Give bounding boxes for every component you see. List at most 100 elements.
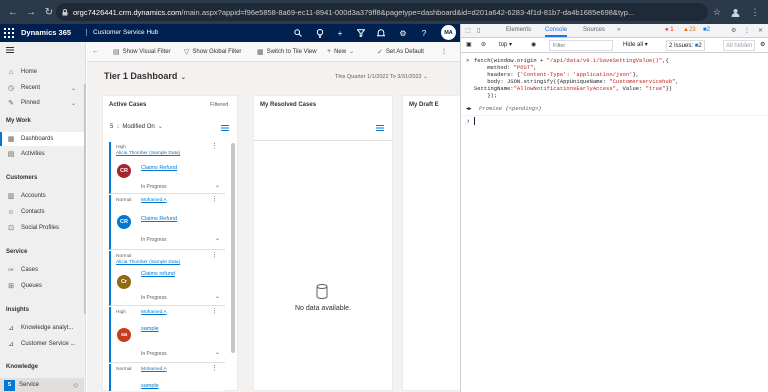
nav-pinned[interactable]: ✎ Pinned ⌄ — [0, 96, 84, 110]
nav-customer-service-analytics[interactable]: ⊿ Customer Service ... — [0, 337, 84, 351]
nav-scrollbar[interactable] — [84, 84, 86, 314]
customer-link[interactable]: Mohamed A — [141, 367, 167, 372]
sort-arrow-icon[interactable]: ↓ — [116, 124, 119, 130]
chevron-down-icon[interactable]: ⌄ — [215, 349, 220, 356]
case-card[interactable]: High Alicia Thomber (Sample Data) CR Cla… — [109, 142, 225, 194]
browser-toolbar: ← → ↻ orgc7426441.crm.dynamics.com /main… — [0, 0, 768, 24]
lightbulb-icon[interactable] — [314, 27, 326, 39]
log-levels-dropdown[interactable]: Hide all ▾ — [623, 41, 648, 48]
eye-icon[interactable]: ◉ — [531, 41, 536, 48]
reload-icon[interactable]: ↻ — [42, 5, 56, 19]
case-title-link[interactable]: Claims Refund — [141, 165, 177, 171]
console-result[interactable]: Promise {<pending>} — [479, 105, 542, 112]
inspect-icon[interactable]: ⬚ — [465, 27, 471, 34]
nav-home[interactable]: ⌂ Home — [0, 65, 84, 79]
sidebar-toggle-icon[interactable]: ▣ — [466, 41, 472, 48]
more-tabs-icon[interactable]: » — [617, 27, 620, 33]
result-expand-icon[interactable]: ◂▸ — [466, 105, 472, 112]
code-string: "AllowNotificationsEarlyAccess" — [513, 85, 616, 92]
more-icon[interactable]: ⋮ — [211, 143, 218, 150]
plus-icon[interactable]: + — [334, 27, 346, 39]
nav-knowledge-analytics[interactable]: ⊿ Knowledge analyt... — [0, 321, 84, 335]
address-bar[interactable]: orgc7426441.crm.dynamics.com /main.aspx?… — [56, 3, 708, 21]
nav-accounts[interactable]: ▥ Accounts — [0, 189, 84, 203]
set-as-default-button[interactable]: ✓ Set As Default — [377, 48, 424, 56]
hamburger-icon[interactable] — [6, 47, 14, 53]
app-title[interactable]: Customer Service Hub — [86, 29, 158, 36]
nav-social-profiles[interactable]: ⊡ Social Profiles — [0, 221, 84, 235]
close-icon[interactable]: ✕ — [758, 27, 763, 34]
search-icon[interactable] — [292, 27, 304, 39]
profile-icon[interactable] — [728, 5, 742, 19]
area-switcher[interactable]: S Service ◇ — [0, 378, 84, 392]
switch-to-tile-view-button[interactable]: ▦ Switch to Tile View — [257, 48, 317, 56]
timeframe-filter[interactable]: This Quarter 1/1/2022 To 3/31/2022 ⌄ — [335, 74, 428, 80]
clear-console-icon[interactable]: ⊘ — [481, 41, 486, 48]
nav-queues[interactable]: ⊞ Queues — [0, 279, 84, 293]
tab-sources[interactable]: Sources — [583, 27, 605, 33]
priority-label: Normal — [116, 367, 132, 372]
forward-icon[interactable]: → — [24, 5, 38, 19]
customer-link[interactable]: Alicia Thomber (Sample Data) — [116, 260, 180, 265]
nav-cases[interactable]: ✑ Cases — [0, 263, 84, 277]
warning-count: 23 — [688, 27, 696, 33]
device-toggle-icon[interactable]: ▯ — [477, 27, 480, 34]
dashboard-scrollbar[interactable] — [231, 143, 235, 353]
warning-counter[interactable]: ▲23 — [683, 27, 696, 33]
settings-icon[interactable]: ⚙ — [731, 27, 736, 34]
more-icon[interactable]: ⋮ — [744, 27, 750, 34]
brand-name[interactable]: Dynamics 365 — [21, 28, 71, 37]
new-button[interactable]: + New ⌄ — [327, 48, 354, 55]
star-icon[interactable]: ☆ — [710, 5, 724, 19]
case-card[interactable]: Normal Mohamed A CR Claims Refund In Pro… — [109, 195, 225, 250]
case-card[interactable]: High Mohamed A sa sample In Progress ⋮ ⌄ — [109, 307, 225, 363]
message-counter[interactable]: ■2 — [703, 27, 710, 33]
issues-button[interactable]: 2 Issues: ■2 — [666, 40, 705, 51]
console-filter-input[interactable] — [549, 40, 613, 51]
view-list-icon[interactable] — [376, 125, 384, 131]
nav-activities[interactable]: ▤ Activities — [0, 147, 84, 161]
help-icon[interactable]: ? — [418, 27, 430, 39]
tab-elements[interactable]: Elements — [506, 27, 531, 33]
back-button[interactable]: ← — [92, 48, 102, 55]
case-title-link[interactable]: sample — [141, 326, 159, 332]
nav-dashboards[interactable]: ▦ Dashboards — [0, 132, 84, 146]
settings-icon[interactable]: ⚙ — [397, 27, 409, 39]
bell-icon[interactable] — [375, 27, 387, 39]
chevron-down-icon[interactable]: ⌄ — [71, 100, 76, 107]
more-icon[interactable]: ⋮ — [211, 365, 218, 372]
tab-console[interactable]: Console — [545, 27, 568, 37]
show-visual-filter-button[interactable]: ▤ Show Visual Filter — [113, 48, 171, 56]
chevron-down-icon[interactable]: ⌄ — [215, 235, 220, 242]
customer-link[interactable]: Mohamed A — [141, 310, 167, 315]
dashboard-selector[interactable]: Tier 1 Dashboard ⌄ — [104, 71, 186, 81]
console-settings-icon[interactable]: ⚙ — [760, 41, 765, 48]
nav-contacts[interactable]: ☺ Contacts — [0, 205, 84, 219]
case-card[interactable]: Normal Mohamed A sample ⋮ — [109, 364, 225, 391]
error-counter[interactable]: ● 1 — [665, 27, 674, 33]
more-icon[interactable]: ⋮ — [748, 5, 762, 19]
view-list-icon[interactable] — [221, 125, 229, 131]
case-title-link[interactable]: Claims Refund — [141, 216, 177, 222]
case-title-link[interactable]: Claims refund — [141, 271, 175, 277]
customer-link[interactable]: Mohamed A — [141, 198, 167, 203]
back-icon[interactable]: ← — [6, 5, 20, 19]
context-selector[interactable]: top ▾ — [499, 41, 512, 48]
more-commands-icon[interactable]: ⋮ — [441, 48, 447, 55]
filter-icon[interactable] — [355, 27, 367, 39]
case-title-link[interactable]: sample — [141, 383, 159, 389]
waffle-icon[interactable] — [4, 28, 14, 38]
sort-control[interactable]: 5 ↓ Modified On ⌄ — [110, 123, 163, 131]
chevron-down-icon[interactable]: ⌄ — [215, 293, 220, 300]
nav-recent[interactable]: ◷ Recent ⌄ — [0, 81, 84, 95]
more-icon[interactable]: ⋮ — [211, 308, 218, 315]
user-avatar[interactable]: MA — [441, 25, 456, 40]
more-icon[interactable]: ⋮ — [211, 252, 218, 259]
show-global-filter-button[interactable]: ▽ Show Global Filter — [184, 48, 241, 56]
case-card[interactable]: Normal Alicia Thomber (Sample Data) Cr C… — [109, 251, 225, 306]
more-icon[interactable]: ⋮ — [211, 196, 218, 203]
chevron-down-icon[interactable]: ⌄ — [215, 182, 220, 189]
console-prompt[interactable]: › — [466, 117, 476, 126]
chevron-down-icon[interactable]: ⌄ — [71, 85, 76, 92]
customer-link[interactable]: Alicia Thomber (Sample Data) — [116, 151, 180, 156]
